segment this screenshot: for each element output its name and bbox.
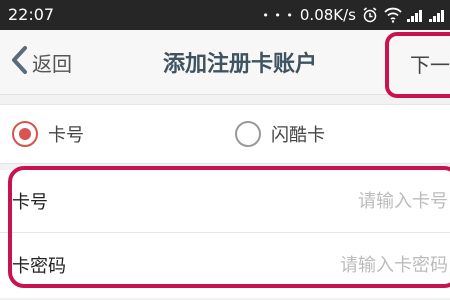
nav-bar: 返回 添加注册卡账户 下一步 xyxy=(0,30,450,95)
radio-unselected-icon xyxy=(235,121,261,147)
signal-icon-2 xyxy=(428,7,444,23)
status-icons: • • • 0.08K/s xyxy=(262,6,444,24)
radio-label: 闪酷卡 xyxy=(271,125,325,146)
status-bar: 22:07 • • • 0.08K/s xyxy=(0,0,450,30)
signal-icon xyxy=(406,7,422,23)
radio-selected-icon xyxy=(12,121,38,147)
wifi-icon xyxy=(384,7,402,23)
highlight-annotation-form xyxy=(8,166,450,288)
page-title: 添加注册卡账户 xyxy=(162,52,317,77)
radio-flash-card[interactable]: 闪酷卡 xyxy=(235,121,325,147)
back-label: 返回 xyxy=(32,51,72,76)
alarm-icon xyxy=(362,7,378,23)
clock: 22:07 xyxy=(8,5,55,24)
card-type-selector: 卡号 闪酷卡 xyxy=(0,104,450,164)
radio-card-number[interactable]: 卡号 xyxy=(12,121,84,147)
network-speed: 0.08K/s xyxy=(299,6,356,24)
chevron-left-icon xyxy=(10,45,28,80)
radio-label: 卡号 xyxy=(48,125,84,146)
back-button[interactable]: 返回 xyxy=(10,45,72,80)
notification-dots: • • • xyxy=(262,8,294,22)
highlight-annotation-next xyxy=(385,32,450,98)
